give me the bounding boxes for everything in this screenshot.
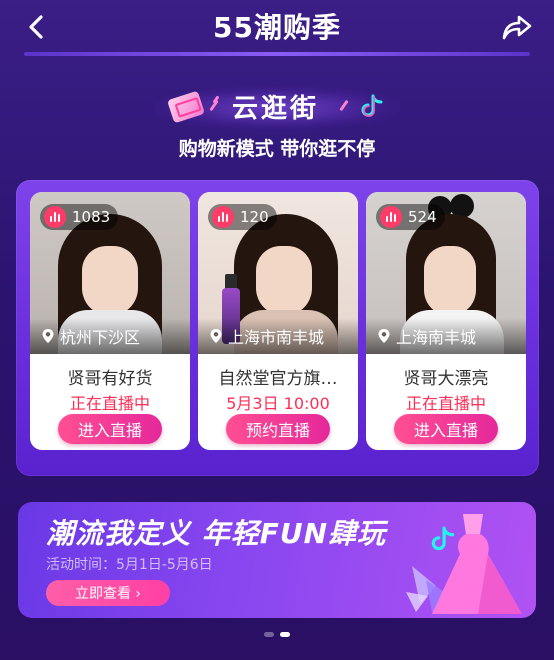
live-card[interactable]: 524 上海南丰城 贤哥大漂亮 正在直播中 进入直播: [366, 192, 526, 450]
page-indicator: [0, 632, 554, 637]
live-bars-icon: [380, 206, 402, 228]
header-divider: [24, 52, 530, 56]
shop-name: 贤哥有好货: [67, 369, 153, 389]
live-bars-icon: [44, 206, 66, 228]
enter-live-button[interactable]: 进入直播: [394, 414, 498, 444]
view-now-button[interactable]: 立即查看 ›: [46, 580, 170, 606]
location-pin-icon: [42, 329, 54, 343]
viewer-count: 524: [408, 208, 437, 226]
viewer-count: 1083: [72, 208, 111, 226]
location-bar: 上海市南丰城: [198, 318, 358, 354]
promo-banner[interactable]: 潮流我定义 年轻FUN肆玩 活动时间：5月1日-5月6日 立即查看 ›: [18, 502, 536, 618]
douyin-logo-icon: [361, 94, 383, 117]
streamer-photo[interactable]: 120 上海市南丰城: [198, 192, 358, 354]
hero-subtitle: 购物新模式 带你逛不停: [178, 138, 376, 160]
scheduled-time: 5月3日 10:00: [226, 394, 330, 413]
promo-date: 活动时间：5月1日-5月6日: [46, 557, 213, 573]
live-status: 正在直播中: [405, 394, 486, 413]
top-bar: 55潮购季: [0, 0, 554, 56]
viewer-count-badge: 120: [208, 204, 277, 230]
page-title: 55潮购季: [213, 11, 341, 44]
page-dot[interactable]: [264, 632, 274, 637]
promo-title: 潮流我定义 年轻FUN肆玩: [46, 517, 387, 550]
location-text: 杭州下沙区: [60, 328, 141, 347]
location-text: 上海市南丰城: [228, 328, 325, 347]
share-button[interactable]: [498, 9, 536, 45]
viewer-count: 120: [240, 208, 269, 226]
reserve-live-button[interactable]: 预约直播: [226, 414, 330, 444]
viewer-count-badge: 1083: [40, 204, 119, 230]
live-card[interactable]: 1083 杭州下沙区 贤哥有好货 正在直播中 进入直播: [30, 192, 190, 450]
shop-name: 自然堂官方旗…: [218, 369, 338, 389]
live-stream-panel: 1083 杭州下沙区 贤哥有好货 正在直播中 进入直播 120 上海市南丰城 自…: [16, 180, 539, 476]
location-bar: 上海南丰城: [366, 318, 526, 354]
share-icon: [502, 15, 532, 40]
enter-live-button[interactable]: 进入直播: [58, 414, 162, 444]
location-bar: 杭州下沙区: [30, 318, 190, 354]
shop-name: 贤哥大漂亮: [403, 369, 489, 389]
dress-icon: [432, 514, 522, 614]
location-text: 上海南丰城: [396, 328, 477, 347]
live-bars-icon: [212, 206, 234, 228]
streamer-photo[interactable]: 524 上海南丰城: [366, 192, 526, 354]
location-pin-icon: [378, 329, 390, 343]
viewer-count-badge: 524: [376, 204, 445, 230]
page-dot-active[interactable]: [280, 632, 290, 637]
live-card[interactable]: 120 上海市南丰城 自然堂官方旗… 5月3日 10:00 预约直播: [198, 192, 358, 450]
streamer-photo[interactable]: 1083 杭州下沙区: [30, 192, 190, 354]
brand-title: 云逛街: [232, 94, 320, 124]
live-status: 正在直播中: [69, 394, 150, 413]
location-pin-icon: [210, 329, 222, 343]
